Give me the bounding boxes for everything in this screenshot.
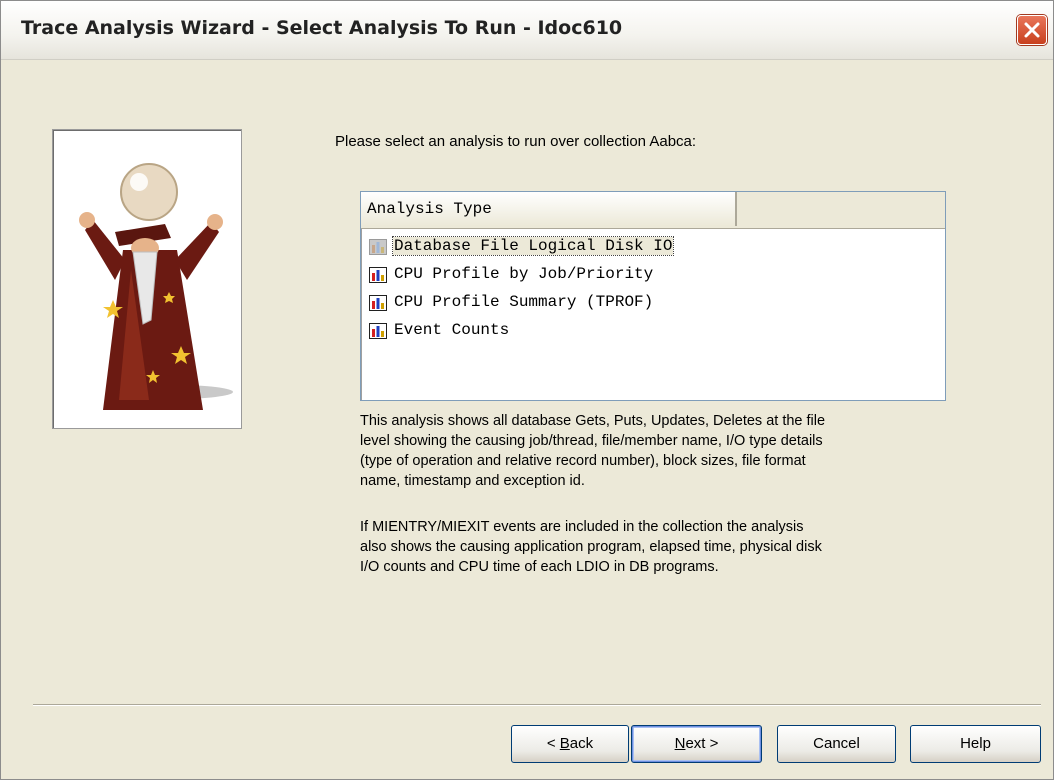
wizard-image-panel bbox=[52, 129, 242, 429]
list-item-database-file-logical-disk-io[interactable]: Database File Logical Disk IO bbox=[367, 234, 937, 260]
chart-icon bbox=[369, 239, 387, 255]
selection-prompt: Please select an analysis to run over co… bbox=[335, 133, 697, 150]
description-line: name, timestamp and exception id. bbox=[360, 473, 585, 489]
list-header: Analysis Type bbox=[361, 192, 945, 229]
help-button[interactable]: Help bbox=[910, 725, 1041, 763]
chart-icon bbox=[369, 267, 387, 283]
description-line: If MIENTRY/MIEXIT events are included in… bbox=[360, 519, 804, 535]
close-icon bbox=[1024, 22, 1040, 38]
window-title: Trace Analysis Wizard - Select Analysis … bbox=[21, 17, 623, 39]
wizard-illustration bbox=[79, 163, 233, 410]
list-item-cpu-profile-by-job-priority[interactable]: CPU Profile by Job/Priority bbox=[367, 262, 937, 288]
list-item-cpu-profile-summary-tprof[interactable]: CPU Profile Summary (TPROF) bbox=[367, 290, 937, 316]
description-line: also shows the causing application progr… bbox=[360, 539, 822, 555]
cancel-button[interactable]: Cancel bbox=[777, 725, 896, 763]
next-button-mnemonic: N bbox=[674, 735, 686, 752]
list-item-label: CPU Profile Summary (TPROF) bbox=[394, 293, 654, 311]
chart-icon bbox=[369, 295, 387, 311]
column-header-analysis-type[interactable]: Analysis Type bbox=[361, 192, 737, 226]
list-item-label: CPU Profile by Job/Priority bbox=[394, 265, 654, 283]
button-separator bbox=[33, 704, 1041, 706]
analysis-description-paragraph-2: If MIENTRY/MIEXIT events are included in… bbox=[360, 517, 940, 577]
back-button-prefix: < bbox=[546, 735, 560, 752]
description-line: This analysis shows all database Gets, P… bbox=[360, 413, 826, 429]
list-item-event-counts[interactable]: Event Counts bbox=[367, 318, 937, 344]
list-item-label: Database File Logical Disk IO bbox=[391, 236, 675, 256]
chart-icon bbox=[369, 323, 387, 339]
description-line: I/O counts and CPU time of each LDIO in … bbox=[360, 559, 719, 575]
title-bar[interactable]: Trace Analysis Wizard - Select Analysis … bbox=[1, 1, 1053, 60]
back-button-label: ack bbox=[569, 735, 594, 752]
help-button-label: Help bbox=[960, 735, 991, 752]
back-button[interactable]: < Back bbox=[511, 725, 629, 763]
column-header-label: Analysis Type bbox=[367, 200, 492, 218]
analysis-description-paragraph-1: This analysis shows all database Gets, P… bbox=[360, 411, 940, 491]
next-button[interactable]: Next > bbox=[631, 725, 762, 763]
back-button-mnemonic: B bbox=[559, 735, 570, 752]
analysis-type-list[interactable]: Analysis Type Database File Logical Disk… bbox=[360, 191, 946, 401]
wizard-dialog: Trace Analysis Wizard - Select Analysis … bbox=[0, 0, 1054, 780]
list-item-label: Event Counts bbox=[394, 321, 510, 339]
close-button[interactable] bbox=[1017, 15, 1047, 45]
description-line: level showing the causing job/thread, fi… bbox=[360, 433, 823, 449]
cancel-button-label: Cancel bbox=[813, 735, 860, 752]
next-button-label: ext > bbox=[685, 735, 719, 752]
description-line: (type of operation and relative record n… bbox=[360, 453, 806, 469]
